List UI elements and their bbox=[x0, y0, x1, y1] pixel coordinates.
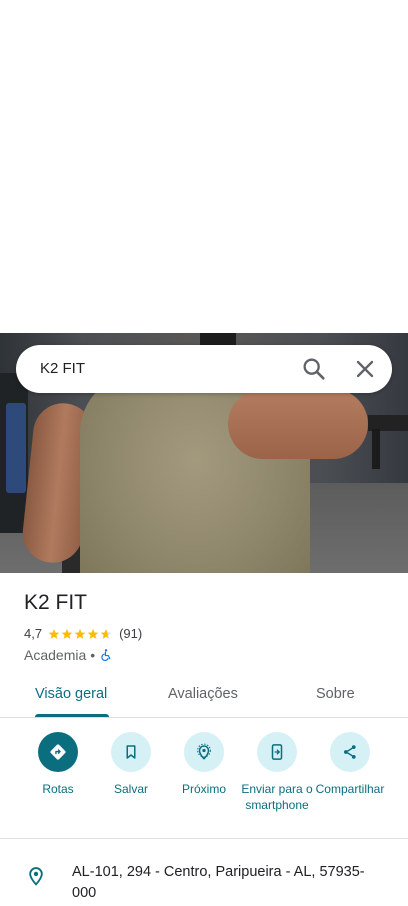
separator: • bbox=[90, 647, 96, 663]
star-icon bbox=[61, 628, 73, 639]
star-icon bbox=[74, 628, 86, 639]
send-to-phone-label: Enviar para o smartphone bbox=[241, 782, 313, 812]
directions-icon bbox=[50, 744, 66, 760]
search-query[interactable]: K2 FIT bbox=[40, 360, 85, 377]
send-to-phone-icon bbox=[271, 744, 283, 760]
action-buttons: Rotas Salvar Próximo Enviar para o smart… bbox=[0, 732, 408, 838]
divider bbox=[0, 838, 408, 839]
directions-button[interactable]: Rotas bbox=[20, 732, 96, 797]
share-icon bbox=[344, 745, 356, 759]
nearby-button[interactable]: Próximo bbox=[166, 732, 242, 797]
address-row[interactable]: AL-101, 294 - Centro, Paripueira - AL, 5… bbox=[0, 860, 408, 906]
share-button[interactable]: Compartilhar bbox=[312, 732, 388, 797]
reviews-count[interactable]: (91) bbox=[119, 626, 142, 641]
search-icon bbox=[303, 358, 325, 380]
search-button[interactable] bbox=[300, 355, 328, 383]
close-button[interactable] bbox=[351, 355, 379, 383]
tab-about[interactable]: Sobre bbox=[316, 686, 355, 702]
rating-value: 4,7 bbox=[24, 626, 43, 641]
category-row: Academia • bbox=[24, 647, 113, 663]
directions-label: Rotas bbox=[42, 782, 74, 796]
blank-map-area bbox=[0, 0, 408, 333]
save-button[interactable]: Salvar bbox=[93, 732, 169, 797]
star-icon bbox=[87, 628, 99, 639]
place-name: K2 FIT bbox=[24, 591, 88, 614]
nearby-icon bbox=[197, 743, 211, 760]
rating-row[interactable]: 4,7 (91) bbox=[24, 626, 142, 641]
location-pin-icon bbox=[29, 867, 43, 886]
active-tab-indicator bbox=[35, 714, 109, 717]
save-label: Salvar bbox=[113, 782, 148, 796]
star-icon bbox=[48, 628, 60, 639]
share-label: Compartilhar bbox=[315, 782, 385, 796]
address-text: AL-101, 294 - Centro, Paripueira - AL, 5… bbox=[72, 864, 365, 901]
category-label: Academia bbox=[24, 647, 87, 663]
place-tabs: Visão geral Avaliações Sobre bbox=[0, 676, 408, 718]
nearby-label: Próximo bbox=[181, 782, 226, 796]
send-to-phone-button[interactable]: Enviar para o smartphone bbox=[239, 732, 315, 813]
tab-overview[interactable]: Visão geral bbox=[35, 686, 107, 702]
search-bar[interactable]: K2 FIT bbox=[16, 345, 392, 393]
star-half-icon bbox=[100, 628, 112, 639]
tab-reviews[interactable]: Avaliações bbox=[168, 686, 238, 702]
star-rating bbox=[48, 628, 113, 640]
close-icon bbox=[356, 360, 374, 378]
wheelchair-accessible-icon bbox=[101, 649, 111, 661]
bookmark-icon bbox=[126, 745, 136, 759]
